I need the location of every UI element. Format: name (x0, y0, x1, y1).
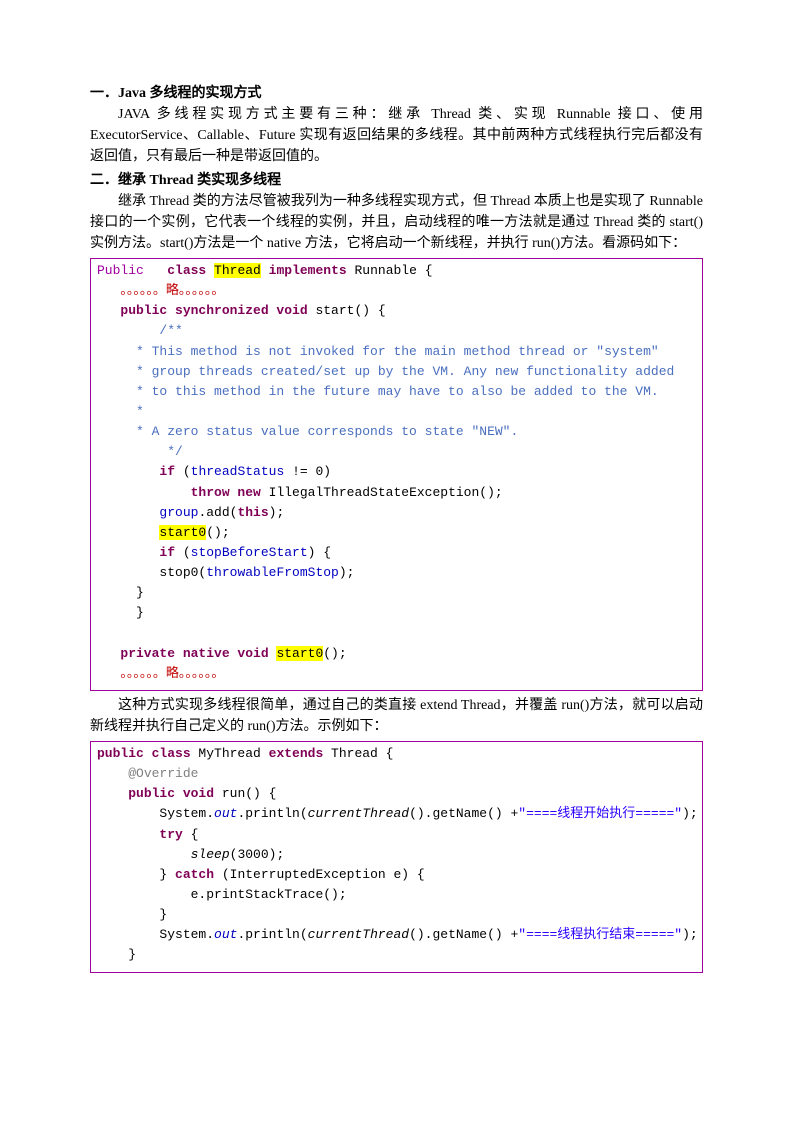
code-line: private native void start0(); (97, 644, 696, 664)
code-line (97, 624, 696, 644)
code-line: public synchronized void start() { (97, 301, 696, 321)
code-block-2: public class MyThread extends Thread { @… (90, 741, 703, 973)
paragraph-2: 继承 Thread 类的方法尽管被我列为一种多线程实现方式，但 Thread 本… (90, 191, 703, 254)
heading-2: 二．继承 Thread 类实现多线程 (90, 169, 703, 189)
code-line: } (97, 603, 696, 623)
code-line: if (threadStatus != 0) (97, 462, 696, 482)
code-line: * to this method in the future may have … (97, 382, 696, 402)
heading-1: 一．Java 多线程的实现方式 (90, 82, 703, 102)
code-line: /** (97, 321, 696, 341)
code-line: group.add(this); (97, 503, 696, 523)
code-line: * A zero status value corresponds to sta… (97, 422, 696, 442)
code-line: stop0(throwableFromStop); (97, 563, 696, 583)
code-line: throw new IllegalThreadStateException(); (97, 483, 696, 503)
code-line: if (stopBeforeStart) { (97, 543, 696, 563)
code-line: * (97, 402, 696, 422)
code-line: sleep(3000); (97, 845, 696, 865)
code-line: start0(); (97, 523, 696, 543)
code-line: @Override (97, 764, 696, 784)
document-page: 一．Java 多线程的实现方式 JAVA 多线程实现方式主要有三种：继承 Thr… (0, 0, 793, 1017)
code-line: } (97, 905, 696, 925)
code-line: e.printStackTrace(); (97, 885, 696, 905)
code-line: System.out.println(currentThread().getNa… (97, 804, 696, 824)
code-line: System.out.println(currentThread().getNa… (97, 925, 696, 945)
code-line: try { (97, 825, 696, 845)
code-line: */ (97, 442, 696, 462)
code-line: public class MyThread extends Thread { (97, 744, 696, 764)
code-line: } (97, 945, 696, 965)
code-line: } (97, 583, 696, 603)
paragraph-3: 这种方式实现多线程很简单，通过自己的类直接 extend Thread，并覆盖 … (90, 695, 703, 737)
code-line: Public class Thread implements Runnable … (97, 261, 696, 281)
code-line: public void run() { (97, 784, 696, 804)
code-line: * group threads created/set up by the VM… (97, 362, 696, 382)
code-line: * This method is not invoked for the mai… (97, 342, 696, 362)
code-block-1: Public class Thread implements Runnable … (90, 258, 703, 691)
code-line: } catch (InterruptedException e) { (97, 865, 696, 885)
paragraph-1: JAVA 多线程实现方式主要有三种：继承 Thread 类、实现 Runnabl… (90, 104, 703, 167)
code-line: 。。。。。。略。。。。。。 (97, 281, 696, 301)
code-line: 。。。。。。略。。。。。。 (97, 664, 696, 684)
